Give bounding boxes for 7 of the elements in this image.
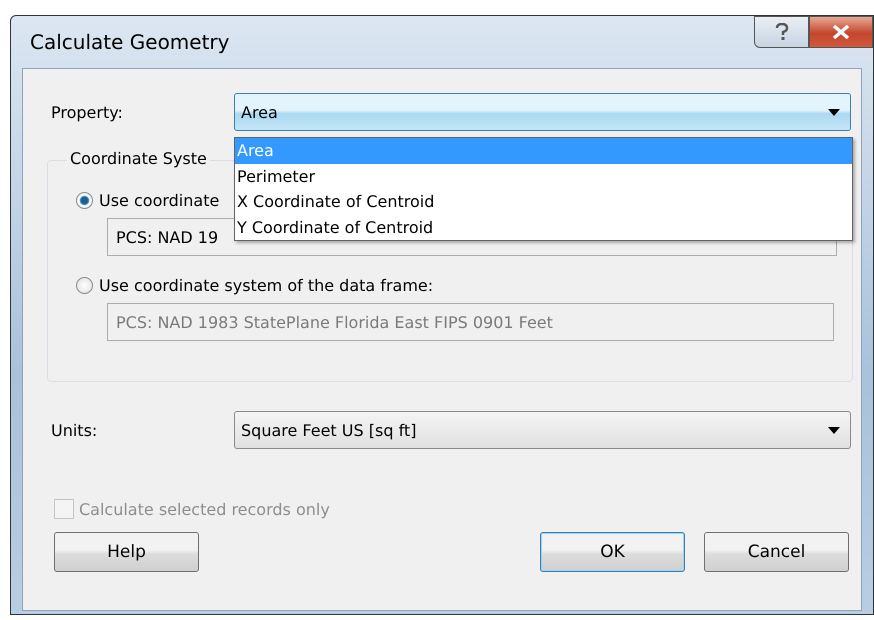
window-title: Calculate Geometry	[30, 30, 230, 54]
radio-label: Use coordinate system of the data frame:	[99, 276, 434, 295]
units-label: Units:	[51, 420, 98, 440]
property-label: Property:	[51, 102, 124, 122]
checkbox-label: Calculate selected records only	[79, 500, 330, 518]
radio-label: Use coordinate	[99, 191, 220, 210]
group-label: Coordinate Syste	[67, 149, 210, 168]
